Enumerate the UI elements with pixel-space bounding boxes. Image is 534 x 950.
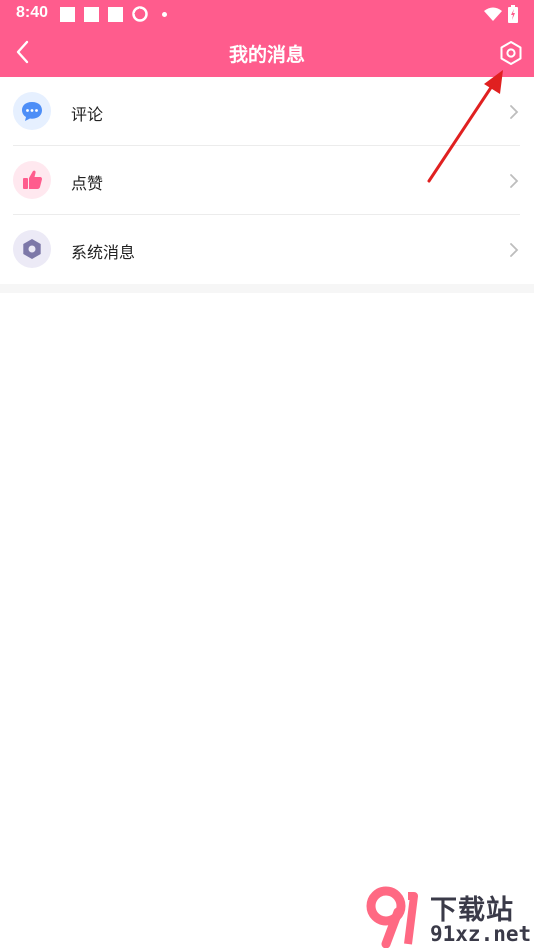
annotation-arrow bbox=[427, 70, 503, 183]
watermark-logo-icon bbox=[366, 886, 418, 948]
watermark: 下载站 91xz.net bbox=[364, 884, 534, 948]
watermark-url: 91xz.net bbox=[430, 922, 532, 946]
